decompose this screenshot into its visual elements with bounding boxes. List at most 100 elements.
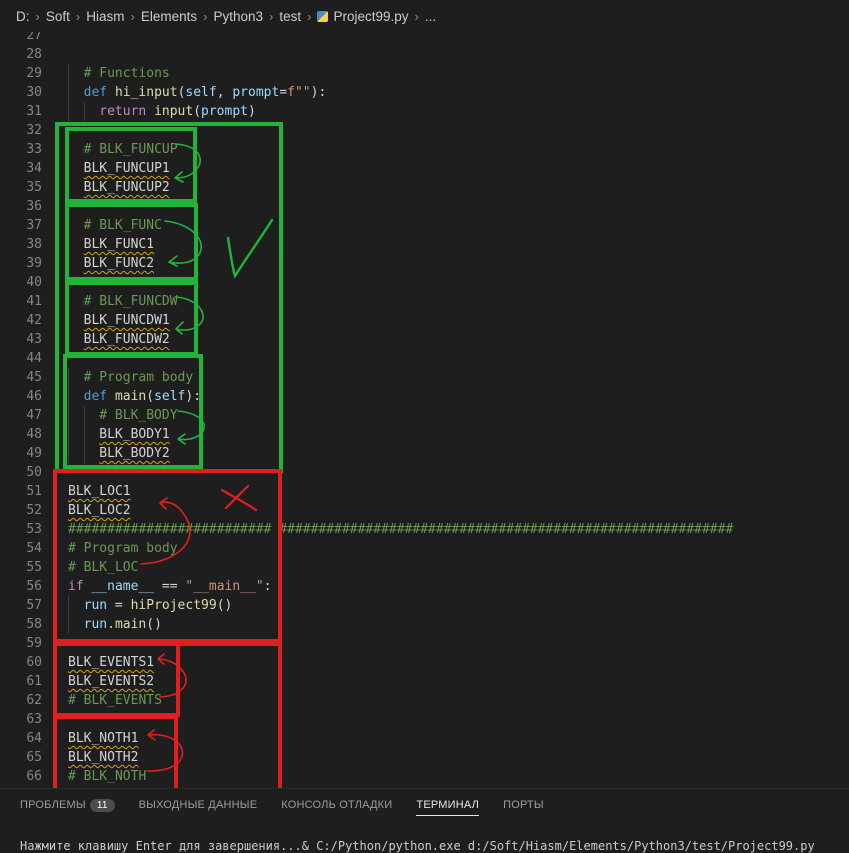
code-token: __name__	[91, 579, 155, 594]
code-line[interactable]: 47 # BLK_BODY	[0, 406, 849, 425]
code-line[interactable]: 55 # BLK_LOC	[0, 558, 849, 577]
code-line[interactable]: 36	[0, 197, 849, 216]
code-token: ()	[216, 598, 233, 613]
breadcrumb: D: › Soft › Hiasm › Elements › Python3 › test › Proj…	[0, 0, 849, 32]
breadcrumb-segment[interactable]: Python3	[213, 9, 263, 24]
panel-tabs: ПРОБЛЕМЫ 11 ВЫХОДНЫЕ ДАННЫЕ КОНСОЛЬ ОТЛАДКИ…	[0, 789, 849, 821]
code-line[interactable]: 62 # BLK_EVENTS	[0, 691, 849, 710]
code-line[interactable]: 27	[0, 32, 849, 45]
code-line[interactable]: 42 BLK_FUNCDW1	[0, 311, 849, 330]
chevron-right-icon: ›	[130, 8, 135, 24]
chevron-right-icon: ›	[307, 8, 312, 24]
panel-tab[interactable]: ТЕРМИНАЛ	[416, 799, 480, 816]
code-line[interactable]: 35 BLK_FUNCUP2	[0, 178, 849, 197]
code-text: if __name__ == "__main__":	[68, 579, 272, 594]
panel-tab[interactable]: ВЫХОДНЫЕ ДАННЫЕ	[139, 799, 258, 811]
code-line[interactable]: 50	[0, 463, 849, 482]
code-line[interactable]: 44	[0, 349, 849, 368]
code-line[interactable]: 45 # Program body	[0, 368, 849, 387]
code-line[interactable]: 59	[0, 634, 849, 653]
code-line[interactable]: 52 BLK_LOC2	[0, 501, 849, 520]
breadcrumb-ellipsis[interactable]: ...	[425, 9, 436, 24]
panel-tab[interactable]: ПРОБЛЕМЫ 11	[20, 798, 115, 812]
breadcrumb-file[interactable]: Project99.py	[333, 9, 408, 24]
indent-guide	[68, 235, 69, 254]
code-token: BLK_FUNC2	[83, 256, 155, 271]
code-line[interactable]: 29 # Functions	[0, 64, 849, 83]
code-token: # BLK_FUNCDW	[83, 294, 178, 309]
line-number: 38	[26, 237, 42, 252]
line-number: 51	[26, 484, 42, 499]
code-line[interactable]: 31 return input(prompt)	[0, 102, 849, 121]
code-text: BLK_NOTH1	[68, 731, 138, 746]
code-line[interactable]: 43 BLK_FUNCDW2	[0, 330, 849, 349]
code-line[interactable]: 65 BLK_NOTH2	[0, 748, 849, 767]
code-token: (	[193, 104, 202, 119]
code-line[interactable]: 38 BLK_FUNC1	[0, 235, 849, 254]
code-line[interactable]: 32	[0, 121, 849, 140]
code-line[interactable]: 41 # BLK_FUNCDW	[0, 292, 849, 311]
code-line[interactable]: 28	[0, 45, 849, 64]
code-text: BLK_FUNCDW1	[84, 313, 170, 328]
panel-tab[interactable]: КОНСОЛЬ ОТЛАДКИ	[281, 799, 392, 811]
code-token: BLK_FUNCDW2	[83, 332, 170, 347]
code-token: # BLK_LOC	[68, 560, 139, 575]
indent-guide	[68, 102, 69, 121]
code-line[interactable]: 40	[0, 273, 849, 292]
code-line[interactable]: 37 # BLK_FUNC	[0, 216, 849, 235]
line-number: 35	[26, 180, 42, 195]
code-line[interactable]: 58 run.main()	[0, 615, 849, 634]
breadcrumb-segment[interactable]: Elements	[141, 9, 197, 24]
code-text: BLK_NOTH2	[68, 750, 138, 765]
code-text: BLK_FUNCUP1	[84, 161, 170, 176]
line-number: 59	[26, 636, 42, 651]
line-number: 63	[26, 712, 42, 727]
code-line[interactable]: 49 BLK_BODY2	[0, 444, 849, 463]
chevron-right-icon: ›	[203, 8, 208, 24]
panel-tab-label: ВЫХОДНЫЕ ДАННЫЕ	[138, 799, 258, 811]
breadcrumb-segment[interactable]: test	[279, 9, 301, 24]
code-token: ,	[216, 85, 233, 100]
code-text: # BLK_LOC	[68, 560, 138, 575]
code-line[interactable]: 39 BLK_FUNC2	[0, 254, 849, 273]
code-token: BLK_BODY2	[99, 446, 170, 461]
code-line[interactable]: 61 BLK_EVENTS2	[0, 672, 849, 691]
line-number: 29	[26, 66, 42, 81]
indent-guide	[68, 368, 69, 387]
code-line[interactable]: 33 # BLK_FUNCUP	[0, 140, 849, 159]
code-text: # BLK_FUNC	[84, 218, 162, 233]
code-line[interactable]: 34 BLK_FUNCUP1	[0, 159, 849, 178]
code-line[interactable]: 30 def hi_input(self, prompt=f""):	[0, 83, 849, 102]
line-number: 64	[26, 731, 42, 746]
chevron-right-icon: ›	[268, 8, 274, 24]
code-line[interactable]: 66 # BLK_NOTH	[0, 767, 849, 786]
code-line[interactable]: 48 BLK_BODY1	[0, 425, 849, 444]
code-token: BLK_FUNCUP2	[83, 180, 170, 195]
code-line[interactable]: 64 BLK_NOTH1	[0, 729, 849, 748]
code-token: BLK_LOC1	[68, 484, 131, 499]
terminal-output[interactable]: Нажмите клавишу Enter для завершения...&…	[20, 839, 815, 853]
code-line[interactable]: 51 BLK_LOC1	[0, 482, 849, 501]
code-token: f""	[287, 85, 311, 100]
line-number: 27	[26, 32, 42, 43]
breadcrumb-segment[interactable]: D:	[16, 9, 30, 24]
code-line[interactable]: 53 ########################## ###########…	[0, 520, 849, 539]
code-line[interactable]: 54 # Program body	[0, 539, 849, 558]
line-number: 30	[26, 85, 42, 100]
code-line[interactable]: 56 if __name__ == "__main__":	[0, 577, 849, 596]
breadcrumb-segment[interactable]: Soft	[46, 9, 70, 24]
code-editor[interactable]: 27 28 29 # Functions 30 def hi_input(self, pr…	[0, 32, 849, 788]
code-line[interactable]: 63	[0, 710, 849, 729]
code-line[interactable]: 46 def main(self):	[0, 387, 849, 406]
chevron-right-icon: ›	[414, 8, 419, 24]
code-text: # BLK_FUNCDW	[84, 294, 178, 309]
code-token: ()	[146, 617, 162, 632]
indent-guide	[83, 102, 85, 121]
code-line[interactable]: 60 BLK_EVENTS1	[0, 653, 849, 672]
code-line[interactable]: 57 run = hiProject99()	[0, 596, 849, 615]
code-token: def	[83, 389, 115, 404]
code-text: BLK_BODY2	[99, 446, 169, 461]
breadcrumb-segment[interactable]: Hiasm	[86, 9, 124, 24]
line-number: 44	[26, 351, 42, 366]
panel-tab[interactable]: ПОРТЫ	[503, 799, 544, 811]
